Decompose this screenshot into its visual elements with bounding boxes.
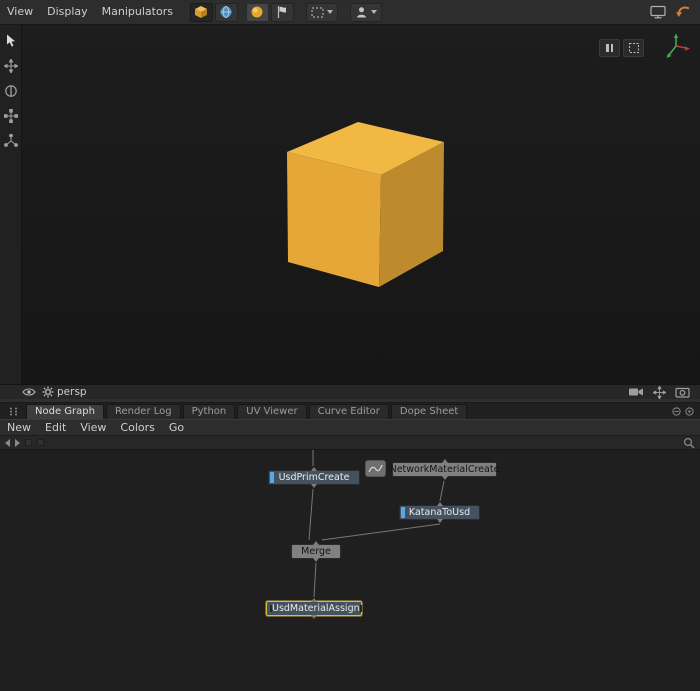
viewport-status-bar: persp bbox=[0, 384, 700, 399]
display-monitor-icon[interactable] bbox=[649, 4, 667, 20]
node-graph-nav-strip bbox=[0, 436, 700, 450]
node-label: UsdPrimCreate bbox=[279, 472, 350, 483]
pause-icon bbox=[611, 44, 614, 52]
node-katanatousd[interactable]: KatanaToUsd bbox=[399, 505, 480, 520]
menu-manipulators[interactable]: Manipulators bbox=[95, 0, 180, 24]
playback-buttons bbox=[599, 39, 644, 57]
menu-ng-view[interactable]: View bbox=[73, 420, 113, 436]
menu-new[interactable]: New bbox=[0, 420, 38, 436]
wire-networkmaterialcreate-to-katanatousd bbox=[440, 481, 444, 501]
tab-target-icon[interactable] bbox=[685, 407, 694, 416]
tab-uv-viewer[interactable]: UV Viewer bbox=[237, 404, 306, 419]
photo-camera-icon[interactable] bbox=[675, 386, 690, 398]
tab-python[interactable]: Python bbox=[183, 404, 236, 419]
tab-grip-icon[interactable] bbox=[0, 407, 26, 419]
tab-curve-editor[interactable]: Curve Editor bbox=[309, 404, 389, 419]
node-label: UsdMaterialAssign bbox=[272, 603, 360, 614]
menu-colors[interactable]: Colors bbox=[113, 420, 161, 436]
node-label: NetworkMaterialCreate bbox=[390, 464, 500, 475]
node-merge[interactable]: Merge bbox=[291, 544, 341, 559]
undo-orange-arrow-icon[interactable] bbox=[675, 4, 692, 20]
cube-front-face bbox=[287, 152, 381, 287]
eye-icon[interactable] bbox=[22, 386, 36, 398]
viewer-toolbar bbox=[190, 3, 382, 22]
menu-display[interactable]: Display bbox=[40, 0, 95, 24]
tab-options-icon[interactable] bbox=[672, 407, 681, 416]
gear-icon[interactable] bbox=[42, 386, 54, 398]
node-graph-menubar: New Edit View Colors Go bbox=[0, 419, 700, 436]
bookmark-slot[interactable] bbox=[25, 439, 32, 446]
menubar-right-icons bbox=[649, 4, 700, 20]
user-mode-button[interactable] bbox=[350, 3, 382, 22]
nav-forward-icon[interactable] bbox=[15, 439, 20, 447]
search-icon[interactable] bbox=[683, 437, 695, 449]
marquee-select-button[interactable] bbox=[306, 3, 338, 22]
node-label: KatanaToUsd bbox=[409, 507, 470, 518]
tab-dope-sheet[interactable]: Dope Sheet bbox=[391, 404, 467, 419]
axis-gizmo[interactable] bbox=[660, 32, 692, 64]
viewport-status-right-icons bbox=[628, 386, 700, 399]
node-usdprimcreate[interactable]: UsdPrimCreate bbox=[268, 470, 360, 485]
pan-arrows-icon[interactable] bbox=[653, 386, 666, 399]
wire-katanatousd-to-merge bbox=[322, 524, 440, 540]
viewport-3d[interactable] bbox=[0, 25, 700, 384]
flag-button[interactable] bbox=[271, 3, 294, 22]
node-accent-bar bbox=[401, 507, 405, 518]
tab-node-graph[interactable]: Node Graph bbox=[26, 404, 104, 419]
sphere-icon bbox=[249, 4, 265, 20]
pause-button[interactable] bbox=[599, 39, 620, 57]
shaded-cube-icon bbox=[193, 4, 209, 20]
sphere-button[interactable] bbox=[246, 3, 269, 22]
material-output-square bbox=[360, 605, 362, 612]
film-camera-icon[interactable] bbox=[628, 386, 644, 398]
menu-go[interactable]: Go bbox=[162, 420, 191, 436]
node-graph-canvas[interactable]: UsdPrimCreate NetworkMaterialCreate Kata… bbox=[0, 450, 700, 691]
bookmark-slot[interactable] bbox=[37, 439, 44, 446]
node-accent-bar bbox=[270, 472, 274, 483]
frame-button[interactable] bbox=[623, 39, 644, 57]
globe-icon bbox=[218, 4, 234, 20]
cube-geometry bbox=[0, 25, 700, 384]
wire-merge-to-usdmaterialassign bbox=[314, 563, 316, 597]
node-label: Merge bbox=[301, 546, 331, 557]
tabbar-right-icons bbox=[672, 407, 700, 419]
pause-icon bbox=[606, 44, 609, 52]
user-icon bbox=[354, 5, 369, 20]
camera-name-label[interactable]: persp bbox=[57, 386, 87, 398]
marquee-select-icon bbox=[310, 5, 325, 20]
katana-window: View Display Manipulators bbox=[0, 0, 700, 691]
tab-render-log[interactable]: Render Log bbox=[106, 404, 181, 419]
globe-button[interactable] bbox=[215, 3, 238, 22]
shaded-cube-button[interactable] bbox=[190, 3, 213, 22]
nav-back-icon[interactable] bbox=[5, 439, 10, 447]
chevron-down-icon bbox=[327, 10, 333, 14]
node-usdmaterialassign[interactable]: UsdMaterialAssign bbox=[266, 601, 362, 616]
panel-tab-bar: Node Graph Render Log Python UV Viewer C… bbox=[0, 403, 700, 419]
frame-icon bbox=[628, 42, 640, 54]
flag-icon bbox=[274, 4, 290, 20]
shading-network-icon[interactable] bbox=[365, 460, 386, 477]
top-menubar: View Display Manipulators bbox=[0, 0, 700, 25]
menu-edit[interactable]: Edit bbox=[38, 420, 73, 436]
node-wires bbox=[0, 450, 700, 691]
chevron-down-icon bbox=[371, 10, 377, 14]
node-networkmaterialcreate[interactable]: NetworkMaterialCreate bbox=[392, 462, 497, 477]
menu-view[interactable]: View bbox=[0, 0, 40, 24]
wire-usdprimcreate-to-merge bbox=[309, 489, 313, 540]
